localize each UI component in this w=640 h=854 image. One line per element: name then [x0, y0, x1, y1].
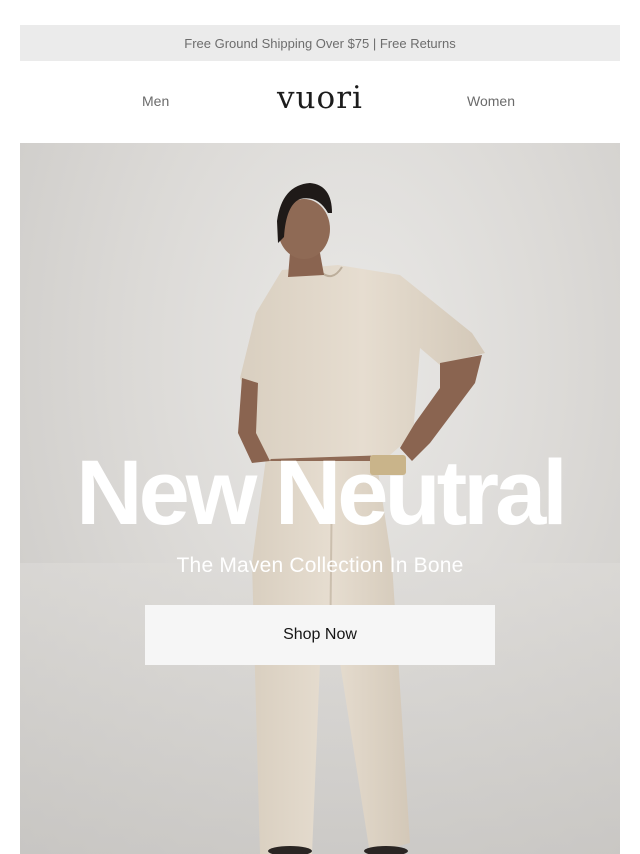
shop-now-button[interactable]: Shop Now [145, 605, 495, 665]
nav-link-women[interactable]: Women [467, 93, 515, 109]
hero-banner[interactable]: New Neutral The Maven Collection In Bone… [20, 143, 620, 854]
header-nav: Men vuori Women [20, 62, 620, 143]
brand-logo[interactable]: vuori [20, 80, 620, 116]
announcement-bar: Free Ground Shipping Over $75 | Free Ret… [20, 25, 620, 61]
hero-subheadline: The Maven Collection In Bone [176, 554, 464, 577]
hero-headline: New Neutral [76, 442, 568, 544]
announcement-text: Free Ground Shipping Over $75 | Free Ret… [184, 35, 456, 51]
